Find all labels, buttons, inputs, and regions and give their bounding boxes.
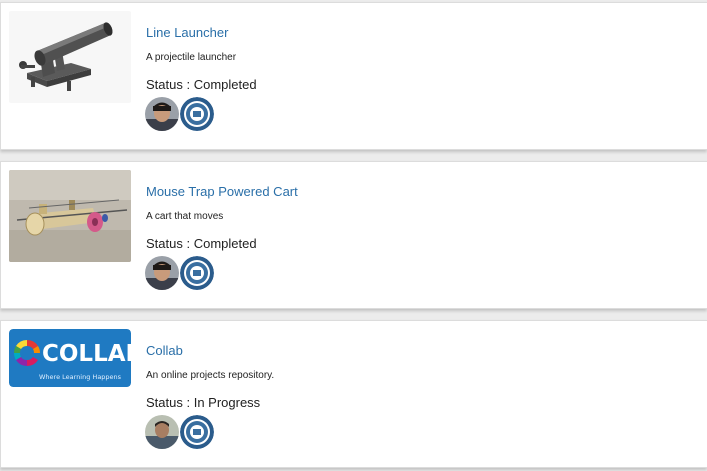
status-value: Completed (193, 77, 257, 92)
student-avatar[interactable] (145, 415, 179, 449)
student-avatar[interactable] (145, 97, 179, 131)
student-avatar[interactable] (145, 256, 179, 290)
status-value: Completed (193, 236, 257, 251)
school-seal-avatar[interactable] (180, 256, 214, 290)
school-seal-avatar[interactable] (180, 97, 214, 131)
project-title-link[interactable]: Collab (146, 343, 183, 358)
school-seal-avatar[interactable] (180, 415, 214, 449)
status-label: Status : (146, 395, 194, 410)
project-thumbnail[interactable] (9, 170, 131, 262)
project-description: An online projects repository. (146, 370, 275, 381)
project-card: Mouse Trap Powered Cart A cart that move… (0, 161, 707, 309)
contributor-avatars (145, 97, 214, 131)
project-status: Status : In Progress (146, 395, 260, 410)
project-card: Line Launcher A projectile launcher Stat… (0, 2, 707, 150)
status-label: Status : (146, 236, 194, 251)
cannon-launcher-image (9, 11, 131, 103)
collab-logo-text: COLLAB (42, 341, 131, 367)
collab-logo: COLLAB Where Learning Happens (9, 329, 131, 387)
status-value: In Progress (193, 395, 261, 410)
project-description: A cart that moves (146, 211, 224, 222)
collab-logo-tagline: Where Learning Happens (39, 373, 122, 381)
contributor-avatars (145, 256, 214, 290)
project-status: Status : Completed (146, 236, 257, 251)
contributor-avatars (145, 415, 214, 449)
project-title-link[interactable]: Line Launcher (146, 25, 228, 40)
status-label: Status : (146, 77, 194, 92)
project-thumbnail[interactable]: COLLAB Where Learning Happens (9, 329, 131, 387)
project-description: A projectile launcher (146, 52, 237, 63)
project-status: Status : Completed (146, 77, 257, 92)
project-title-link[interactable]: Mouse Trap Powered Cart (146, 184, 298, 199)
project-thumbnail[interactable] (9, 11, 131, 103)
project-card: COLLAB Where Learning Happens Collab An … (0, 320, 707, 468)
mousetrap-cart-photo (9, 170, 131, 262)
